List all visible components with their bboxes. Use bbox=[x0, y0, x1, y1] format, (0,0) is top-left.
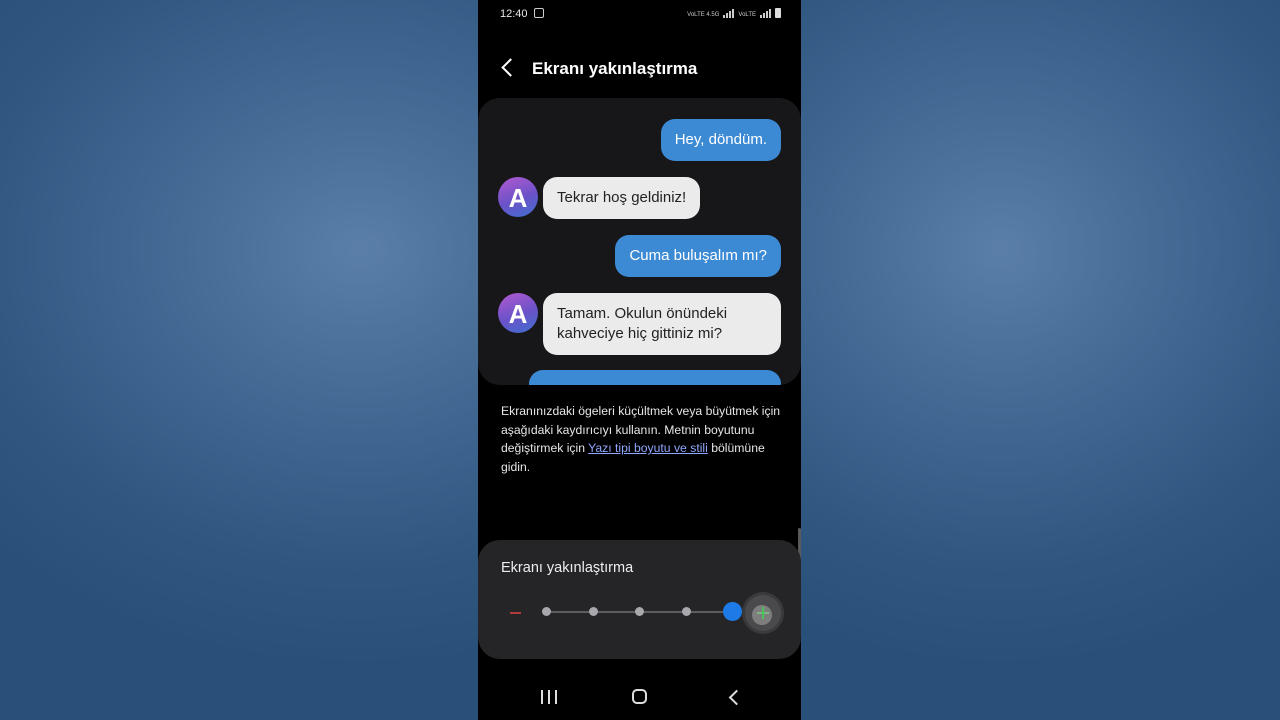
avatar: A bbox=[498, 293, 538, 333]
zoom-slider-step[interactable] bbox=[682, 607, 691, 616]
phone-screen: 12:40 VoLTE 4.5G VoLTE Ekranı yakınlaştı… bbox=[478, 0, 801, 720]
zoom-slider-thumb[interactable] bbox=[723, 602, 742, 621]
background-right bbox=[801, 0, 1280, 720]
status-time: 12:40 bbox=[500, 8, 528, 20]
signal-icon bbox=[723, 9, 735, 18]
zoom-slider-step[interactable] bbox=[589, 607, 598, 616]
page-title: Ekranı yakınlaştırma bbox=[532, 59, 698, 78]
zoom-out-button[interactable] bbox=[508, 608, 524, 618]
app-header: Ekranı yakınlaştırma bbox=[478, 50, 801, 86]
message-bubble-out: Cuma buluşalım mı? bbox=[615, 235, 781, 277]
message-bubble-out-partial bbox=[529, 370, 781, 385]
navigation-bar bbox=[478, 672, 801, 720]
signal-label-1: VoLTE 4.5G bbox=[687, 12, 720, 18]
signal-indicators: VoLTE 4.5G VoLTE bbox=[687, 8, 781, 18]
zoom-slider-step[interactable] bbox=[635, 607, 644, 616]
zoom-control-panel: Ekranı yakınlaştırma bbox=[478, 540, 801, 659]
message-bubble-in: Tamam. Okulun önündeki kahveciye hiç git… bbox=[543, 293, 781, 355]
back-button[interactable] bbox=[496, 56, 520, 80]
signal-label-2: VoLTE bbox=[738, 12, 756, 18]
message-bubble-in: Tekrar hoş geldiniz! bbox=[543, 177, 701, 219]
touch-indicator bbox=[752, 605, 772, 625]
description-text: Ekranınızdaki ögeleri küçültmek veya büy… bbox=[501, 402, 786, 476]
zoom-slider-step[interactable] bbox=[542, 607, 551, 616]
avatar: A bbox=[498, 177, 538, 217]
font-size-style-link[interactable]: Yazı tipi boyutu ve stili bbox=[588, 441, 708, 455]
home-button[interactable] bbox=[632, 689, 647, 704]
zoom-label: Ekranı yakınlaştırma bbox=[501, 560, 634, 576]
status-bar: 12:40 VoLTE 4.5G VoLTE bbox=[478, 0, 801, 28]
recents-button[interactable] bbox=[541, 690, 557, 704]
zoom-in-button[interactable] bbox=[745, 595, 781, 631]
screenshot-icon bbox=[534, 8, 544, 18]
nav-back-button[interactable] bbox=[726, 689, 740, 705]
zoom-preview: Hey, döndüm. A Tekrar hoş geldiniz! Cuma… bbox=[478, 98, 801, 385]
signal-icon bbox=[760, 9, 771, 18]
message-bubble-out: Hey, döndüm. bbox=[660, 119, 781, 161]
battery-icon bbox=[775, 8, 781, 18]
